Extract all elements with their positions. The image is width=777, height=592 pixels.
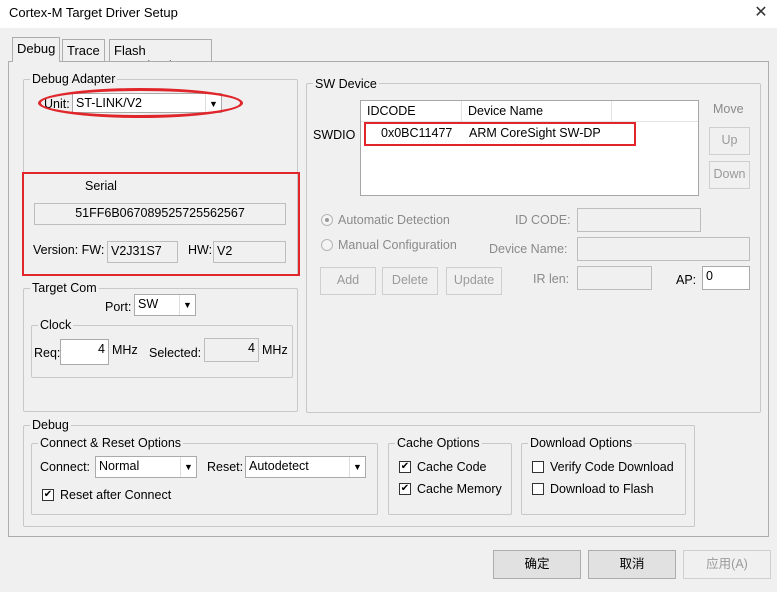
manual-configuration-radio[interactable] <box>321 239 333 251</box>
cancel-button[interactable]: 取消 <box>588 550 676 579</box>
clock-legend: Clock <box>38 318 74 332</box>
connect-label: Connect: <box>40 460 91 474</box>
req-unit: MHz <box>112 343 138 357</box>
chevron-down-icon: ▼ <box>180 457 196 477</box>
check-icon: ✔ <box>43 489 53 500</box>
chevron-down-icon: ▼ <box>179 295 195 315</box>
cache-options-group <box>388 443 512 515</box>
reset-after-connect-checkbox[interactable]: ✔ <box>42 489 54 501</box>
serial-label: Serial <box>85 179 117 193</box>
check-icon: ✔ <box>400 483 410 494</box>
window-title: Cortex-M Target Driver Setup <box>9 5 178 20</box>
connect-value: Normal <box>99 459 140 473</box>
cache-memory-label: Cache Memory <box>417 482 502 496</box>
cache-memory-checkbox[interactable]: ✔ <box>399 483 411 495</box>
serial-field: 51FF6B067089525725562567 <box>34 203 286 225</box>
reset-select[interactable]: Autodetect ▼ <box>245 456 366 478</box>
download-options-group <box>521 443 686 515</box>
download-to-flash-checkbox[interactable] <box>532 483 544 495</box>
version-fw-label: Version: FW: <box>33 243 105 257</box>
id-code-label: ID CODE: <box>515 213 571 227</box>
target-com-legend: Target Com <box>30 281 99 295</box>
download-options-legend: Download Options <box>528 436 635 450</box>
tab-flash-download[interactable]: Flash Download <box>109 39 212 73</box>
row-idcode[interactable]: 0x0BC11477 <box>381 126 452 140</box>
close-icon[interactable]: ✕ <box>748 2 774 24</box>
connect-select[interactable]: Normal ▼ <box>95 456 197 478</box>
debug-adapter-legend: Debug Adapter <box>30 72 118 86</box>
req-label: Req: <box>34 346 61 360</box>
ok-button[interactable]: 确定 <box>493 550 581 579</box>
selected-field: 4 <box>204 338 259 362</box>
id-code-field[interactable] <box>577 208 701 232</box>
connect-reset-group <box>31 443 378 515</box>
reset-after-connect-label: Reset after Connect <box>60 488 172 502</box>
swdio-label: SWDIO <box>313 128 356 142</box>
verify-code-download-checkbox[interactable] <box>532 461 544 473</box>
apply-button[interactable]: 应用(A) <box>683 550 771 579</box>
col-device-name[interactable]: Device Name <box>462 101 612 122</box>
manual-configuration-label: Manual Configuration <box>338 238 457 252</box>
tab-trace[interactable]: Trace <box>62 39 105 61</box>
download-to-flash-label: Download to Flash <box>550 482 654 496</box>
cache-options-legend: Cache Options <box>395 436 482 450</box>
move-label: Move <box>713 102 744 116</box>
list-header: IDCODE Device Name <box>361 101 698 122</box>
active-tab-joint <box>13 60 59 63</box>
selected-unit: MHz <box>262 343 288 357</box>
automatic-detection-label: Automatic Detection <box>338 213 450 227</box>
sw-device-list[interactable]: IDCODE Device Name <box>360 100 699 196</box>
unit-highlight-oval <box>38 88 243 118</box>
ir-len-field[interactable] <box>577 266 652 290</box>
check-icon: ✔ <box>400 461 410 472</box>
ap-input[interactable]: 0 <box>702 266 750 290</box>
tab-debug[interactable]: Debug <box>12 37 60 62</box>
hw-label: HW: <box>188 243 213 257</box>
verify-code-download-label: Verify Code Download <box>550 460 674 474</box>
col-idcode[interactable]: IDCODE <box>361 101 462 122</box>
port-select[interactable]: SW ▼ <box>134 294 196 316</box>
chevron-down-icon: ▼ <box>349 457 365 477</box>
port-value: SW <box>138 297 159 311</box>
sw-device-legend: SW Device <box>313 77 379 91</box>
update-button[interactable]: Update <box>446 267 502 295</box>
reset-value: Autodetect <box>249 459 309 473</box>
add-button[interactable]: Add <box>320 267 376 295</box>
reset-label: Reset: <box>207 460 244 474</box>
ap-label: AP: <box>676 273 697 287</box>
connect-reset-legend: Connect & Reset Options <box>38 436 184 450</box>
row-device-name[interactable]: ARM CoreSight SW-DP <box>469 126 601 140</box>
req-input[interactable]: 4 <box>60 339 109 365</box>
down-button[interactable]: Down <box>709 161 750 189</box>
automatic-detection-radio[interactable] <box>321 214 333 226</box>
ir-len-label: IR len: <box>533 272 570 286</box>
device-name-label: Device Name: <box>489 242 568 256</box>
selected-label: Selected: <box>149 346 202 360</box>
debug-legend: Debug <box>30 418 71 432</box>
hw-field: V2 <box>213 241 286 263</box>
device-name-field[interactable] <box>577 237 750 261</box>
cache-code-label: Cache Code <box>417 460 487 474</box>
fw-field: V2J31S7 <box>107 241 178 263</box>
cache-code-checkbox[interactable]: ✔ <box>399 461 411 473</box>
up-button[interactable]: Up <box>709 127 750 155</box>
port-label: Port: <box>105 300 132 314</box>
delete-button[interactable]: Delete <box>382 267 438 295</box>
